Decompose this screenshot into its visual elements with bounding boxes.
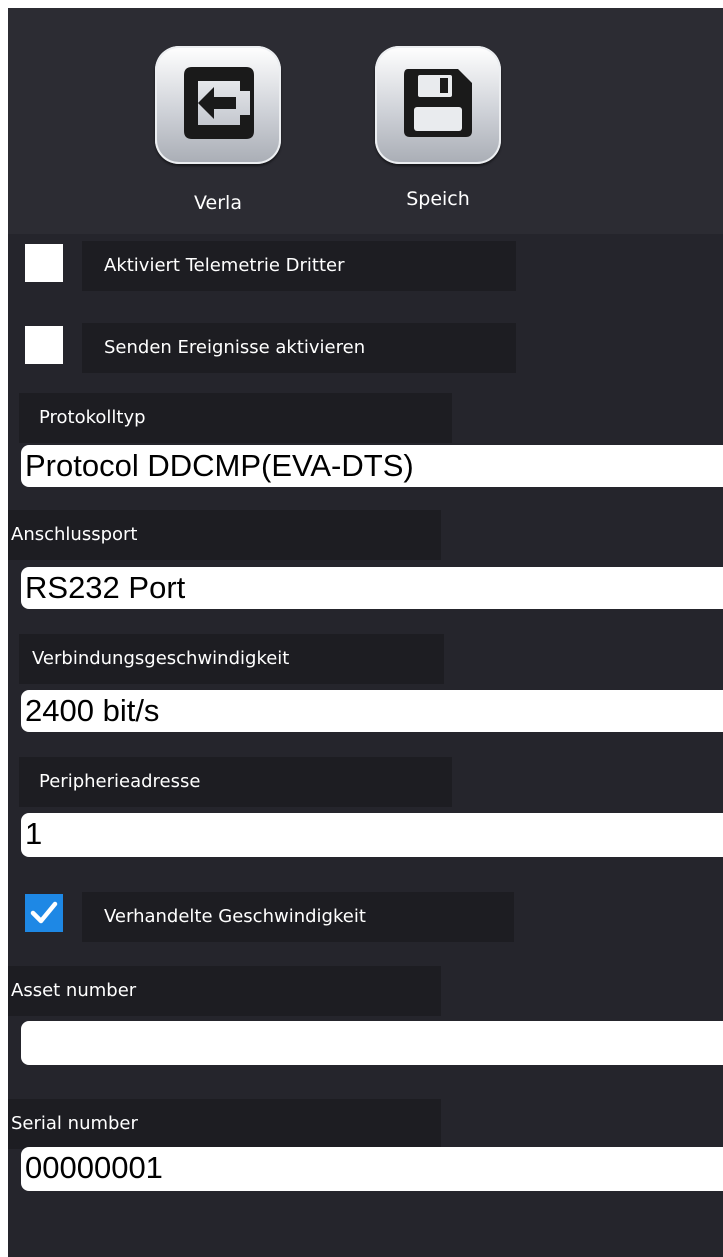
protocol-label: Protokolltyp [19, 393, 452, 443]
asset-number-label: Asset number [8, 966, 441, 1016]
floppy-disk-icon [404, 69, 472, 137]
asset-number-input[interactable] [21, 1021, 723, 1065]
checkmark-icon [30, 901, 58, 924]
events-checkbox[interactable] [25, 326, 63, 364]
settings-panel: Verla Speich Aktiviert Telemetrie Dritte… [8, 8, 723, 1257]
speed-label: Verbindungsgeschwindigkeit [19, 634, 444, 684]
telemetry-checkbox[interactable] [25, 244, 63, 282]
protocol-select[interactable]: Protocol DDCMP(EVA-DTS) [21, 445, 723, 487]
serial-number-label: Serial number [8, 1099, 441, 1149]
events-label: Senden Ereignisse aktivieren [82, 323, 516, 373]
exit-arrow-icon [184, 67, 254, 139]
toolbar: Verla Speich [8, 8, 723, 234]
port-select[interactable]: RS232 Port [21, 567, 723, 609]
speed-select[interactable]: 2400 bit/s [21, 690, 723, 732]
peripheral-address-input[interactable]: 1 [21, 813, 723, 857]
negotiated-speed-label: Verhandelte Geschwindigkeit [82, 892, 514, 942]
peripheral-address-label: Peripherieadresse [19, 757, 452, 807]
save-label: Speich [406, 188, 470, 210]
leave-label: Verla [194, 192, 242, 214]
save-button[interactable] [375, 46, 501, 164]
port-label: Anschlussport [8, 510, 441, 560]
leave-button[interactable] [155, 46, 281, 164]
serial-number-input[interactable]: 00000001 [21, 1147, 723, 1191]
negotiated-speed-checkbox[interactable] [25, 894, 63, 932]
telemetry-label: Aktiviert Telemetrie Dritter [82, 241, 516, 291]
